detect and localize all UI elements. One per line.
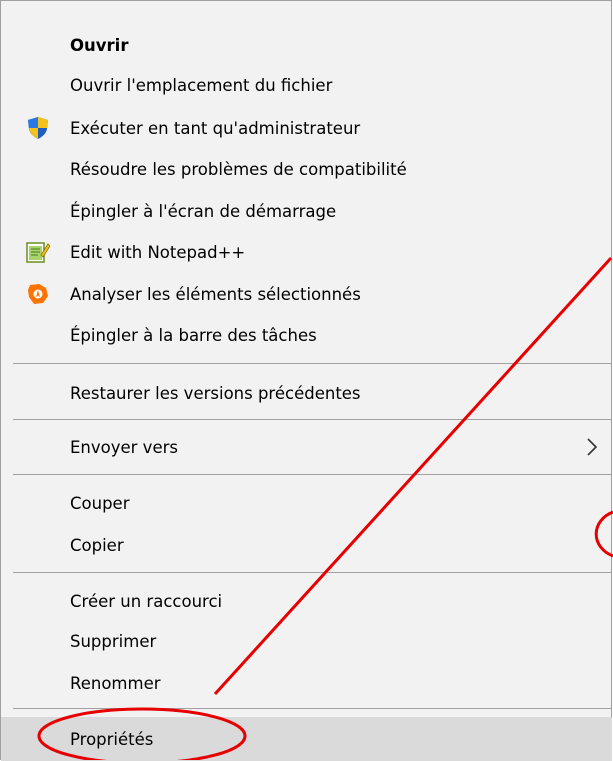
menu-item-delete[interactable]: Supprimer (1, 621, 612, 661)
menu-item-label: Épingler à la barre des tâches (70, 325, 317, 345)
menu-separator (13, 474, 612, 475)
menu-item-label: Edit with Notepad++ (70, 242, 246, 262)
menu-item-label: Épingler à l'écran de démarrage (70, 201, 337, 221)
menu-item-avast-scan[interactable]: Analyser les éléments sélectionnés (1, 274, 612, 314)
menu-item-restore-previous-versions[interactable]: Restaurer les versions précédentes (1, 373, 612, 413)
menu-item-label: Restaurer les versions précédentes (70, 383, 361, 403)
menu-separator (13, 572, 612, 573)
menu-item-run-as-admin[interactable]: Exécuter en tant qu'administrateur (1, 108, 612, 148)
menu-item-label: Envoyer vers (70, 437, 178, 457)
menu-item-label: Résoudre les problèmes de compatibilité (70, 159, 407, 179)
menu-item-label: Analyser les éléments sélectionnés (70, 284, 361, 304)
menu-item-copy[interactable]: Copier (1, 525, 612, 565)
context-menu: Ouvrir Ouvrir l'emplacement du fichier E… (0, 0, 612, 761)
menu-item-label: Propriétés (70, 729, 154, 749)
menu-item-cut[interactable]: Couper (1, 483, 612, 523)
menu-item-pin-to-start[interactable]: Épingler à l'écran de démarrage (1, 191, 612, 231)
menu-separator (13, 363, 612, 364)
menu-item-rename[interactable]: Renommer (1, 663, 612, 703)
menu-item-create-shortcut[interactable]: Créer un raccourci (1, 581, 612, 621)
menu-item-label: Couper (70, 493, 130, 513)
menu-item-label: Copier (70, 535, 124, 555)
menu-item-label: Ouvrir l'emplacement du fichier (70, 75, 333, 95)
uac-shield-icon (26, 116, 50, 140)
menu-item-troubleshoot-compatibility[interactable]: Résoudre les problèmes de compatibilité (1, 149, 612, 189)
menu-item-open-file-location[interactable]: Ouvrir l'emplacement du fichier (1, 65, 612, 105)
menu-item-open[interactable]: Ouvrir (1, 25, 612, 65)
menu-item-properties[interactable]: Propriétés (1, 717, 612, 761)
menu-item-edit-with-notepadpp[interactable]: Edit with Notepad++ (1, 232, 612, 272)
menu-separator (13, 419, 612, 420)
avast-icon (26, 282, 50, 306)
menu-item-label: Exécuter en tant qu'administrateur (70, 118, 361, 138)
menu-item-label: Ouvrir (70, 35, 129, 55)
menu-separator (13, 708, 612, 709)
menu-item-send-to[interactable]: Envoyer vers (1, 427, 612, 467)
menu-item-pin-to-taskbar[interactable]: Épingler à la barre des tâches (1, 315, 612, 355)
menu-item-label: Créer un raccourci (70, 591, 223, 611)
menu-item-label: Supprimer (70, 631, 157, 651)
menu-item-label: Renommer (70, 673, 161, 693)
chevron-right-icon (582, 435, 602, 459)
notepad-plus-plus-icon (26, 240, 51, 264)
